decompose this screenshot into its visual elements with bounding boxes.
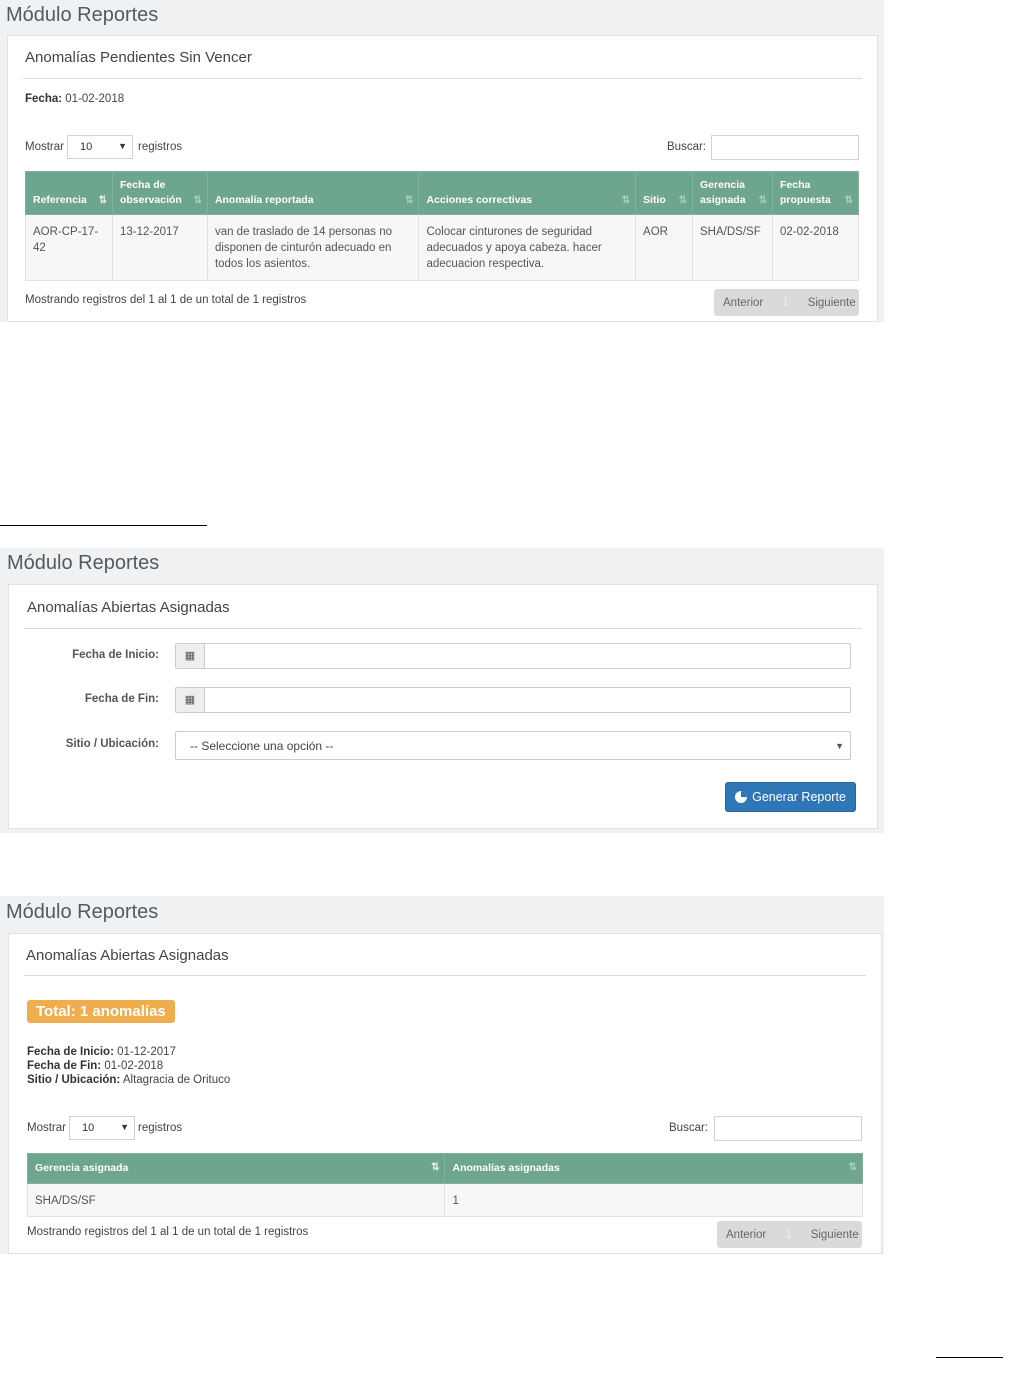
table-header-row: Referencia ⇅ Fecha de observación ⇅ Anomal…	[25, 171, 859, 215]
page-length-value: 10	[80, 141, 93, 153]
module-title: Módulo Reportes	[7, 552, 160, 574]
sitio-select-value: -- Seleccione una opción --	[190, 739, 334, 753]
pagination-next[interactable]: Siguiente	[799, 297, 865, 309]
table-cell: 02-02-2018	[772, 214, 859, 281]
sitio-select[interactable]: -- Seleccione una opción -- ▼	[175, 731, 851, 760]
screenshot-pending-anomalies: Módulo Reportes Anomalías Pendientes Sin…	[0, 0, 884, 322]
report-date: Fecha: 01-02-2018	[25, 93, 124, 105]
panel-title: Anomalías Abiertas Asignadas	[27, 599, 230, 616]
table-row: AOR-CP-17-42 13-12-2017 van de traslado …	[25, 214, 859, 281]
pagination: Anterior 1 Siguiente	[717, 1221, 862, 1248]
panel-title: Anomalías Pendientes Sin Vencer	[25, 49, 252, 66]
pagination-next[interactable]: Siguiente	[802, 1229, 868, 1241]
report-date-label: Fecha:	[25, 93, 63, 105]
table-header-row: Gerencia asignada ⇅ Anomalías asignadas ⇅	[26, 1153, 863, 1184]
summary-sitio: Sitio / Ubicación: Altagracia de Orituco	[27, 1074, 231, 1086]
fecha-fin-label: Fecha de Fin:	[84, 693, 159, 705]
pie-chart-icon	[735, 791, 748, 803]
screenshot-report-form: Módulo Reportes Anomalías Abiertas Asign…	[0, 548, 884, 833]
table-cell: van de traslado de 14 personas no dispon…	[206, 214, 420, 281]
screenshot-assigned-anomalies: Módulo Reportes Anomalías Abiertas Asign…	[0, 896, 884, 1254]
table-cell: SHA/DS/SF	[692, 214, 773, 281]
pagination: Anterior 1 Siguiente	[714, 289, 859, 316]
column-header-anomalias[interactable]: Anomalías asignadas ⇅	[444, 1153, 863, 1184]
sort-icon: ⇅	[758, 195, 767, 206]
length-suffix: registros	[138, 141, 183, 153]
field-row-sitio: Sitio / Ubicación:	[9, 731, 159, 760]
panel-title: Anomalías Abiertas Asignadas	[26, 947, 229, 964]
field-row-fecha-inicio: Fecha de Inicio:	[9, 643, 159, 669]
pagination-page[interactable]: 1	[775, 1229, 801, 1241]
sort-desc-icon: ⇅	[98, 195, 107, 206]
report-panel: Anomalías Abiertas Asignadas Total: 1 an…	[8, 933, 882, 1254]
column-header-referencia[interactable]: Referencia ⇅	[25, 171, 113, 215]
report-form-panel: Anomalías Abiertas Asignadas Fecha de In…	[8, 584, 878, 829]
sort-icon: ⇅	[848, 1162, 857, 1173]
fecha-fin-field[interactable]: ▦	[175, 687, 851, 713]
search-label: Buscar:	[667, 141, 706, 153]
report-panel: Anomalías Pendientes Sin Vencer Fecha: 0…	[7, 35, 878, 322]
chevron-down-icon: ▼	[120, 1122, 129, 1132]
table-cell: 1	[444, 1183, 863, 1217]
page-length-value: 10	[82, 1122, 95, 1134]
column-header-fecha-propuesta[interactable]: Fecha propuesta ⇅	[772, 171, 859, 215]
total-badge: Total: 1 anomalías	[27, 1000, 175, 1023]
separator-line	[0, 525, 207, 526]
table-info: Mostrando registros del 1 al 1 de un tot…	[25, 294, 307, 306]
panel-divider	[24, 628, 862, 629]
calendar-icon[interactable]: ▦	[176, 688, 205, 712]
panel-divider	[23, 78, 862, 79]
field-row-fecha-fin: Fecha de Fin:	[9, 687, 159, 713]
sitio-label: Sitio / Ubicación:	[65, 738, 159, 750]
generate-report-label: Generar Reporte	[752, 790, 846, 804]
calendar-icon[interactable]: ▦	[176, 644, 205, 668]
column-header-acciones[interactable]: Acciones correctivas ⇅	[418, 171, 637, 215]
summary-fecha-fin: Fecha de Fin: 01-02-2018	[27, 1060, 164, 1072]
table-info: Mostrando registros del 1 al 1 de un tot…	[27, 1226, 309, 1238]
pagination-previous[interactable]: Anterior	[714, 297, 772, 309]
chevron-down-icon: ▼	[835, 741, 844, 751]
sort-icon: ⇅	[621, 195, 631, 206]
length-prefix: Mostrar	[25, 141, 64, 153]
report-date-value: 01-02-2018	[65, 93, 125, 105]
page-length-select[interactable]: 10 ▼	[69, 1116, 135, 1140]
sort-icon: ⇅	[193, 195, 202, 206]
chevron-down-icon: ▼	[118, 141, 127, 151]
assigned-table: Gerencia asignada ⇅ Anomalías asignadas ⇅ …	[26, 1153, 863, 1217]
separator-line	[936, 1357, 1003, 1358]
search-label: Buscar:	[669, 1122, 708, 1134]
column-header-gerencia[interactable]: Gerencia asignada ⇅	[26, 1153, 446, 1184]
table-row: SHA/DS/SF 1	[26, 1183, 863, 1217]
anomalies-table: Referencia ⇅ Fecha de observación ⇅ Anomal…	[25, 171, 859, 281]
pagination-page[interactable]: 1	[772, 297, 798, 309]
module-title: Módulo Reportes	[6, 901, 159, 923]
table-cell: Colocar cinturones de seguridad adecuado…	[418, 214, 637, 281]
module-title: Módulo Reportes	[6, 4, 159, 26]
summary-fecha-inicio: Fecha de Inicio: 01-12-2017	[27, 1046, 176, 1058]
sort-icon: ⇅	[678, 195, 688, 206]
page-length-select[interactable]: 10 ▼	[67, 135, 133, 159]
sort-icon: ⇅	[844, 195, 853, 206]
filter-summary: Fecha de Inicio: 01-12-2017 Fecha de Fin…	[27, 1045, 230, 1087]
generate-report-button[interactable]: Generar Reporte	[725, 782, 856, 812]
table-cell: AOR	[635, 214, 694, 281]
table-cell: 13-12-2017	[111, 214, 208, 281]
column-header-sitio[interactable]: Sitio ⇅	[635, 171, 694, 215]
column-header-fecha-observacion[interactable]: Fecha de observación ⇅	[111, 171, 208, 215]
column-header-gerencia[interactable]: Gerencia asignada ⇅	[692, 171, 773, 215]
column-header-anomalia[interactable]: Anomalía reportada ⇅	[206, 171, 420, 215]
sort-icon: ⇅	[405, 195, 414, 206]
length-prefix: Mostrar	[27, 1122, 66, 1134]
table-cell: SHA/DS/SF	[26, 1183, 446, 1217]
fecha-inicio-field[interactable]: ▦	[175, 643, 851, 669]
length-suffix: registros	[138, 1122, 183, 1134]
fecha-inicio-label: Fecha de Inicio:	[72, 649, 159, 661]
sort-desc-icon: ⇅	[431, 1162, 440, 1173]
search-input[interactable]	[714, 1116, 862, 1141]
table-cell: AOR-CP-17-42	[25, 214, 113, 281]
panel-divider	[24, 975, 866, 976]
pagination-previous[interactable]: Anterior	[717, 1229, 775, 1241]
search-input[interactable]	[711, 135, 859, 160]
